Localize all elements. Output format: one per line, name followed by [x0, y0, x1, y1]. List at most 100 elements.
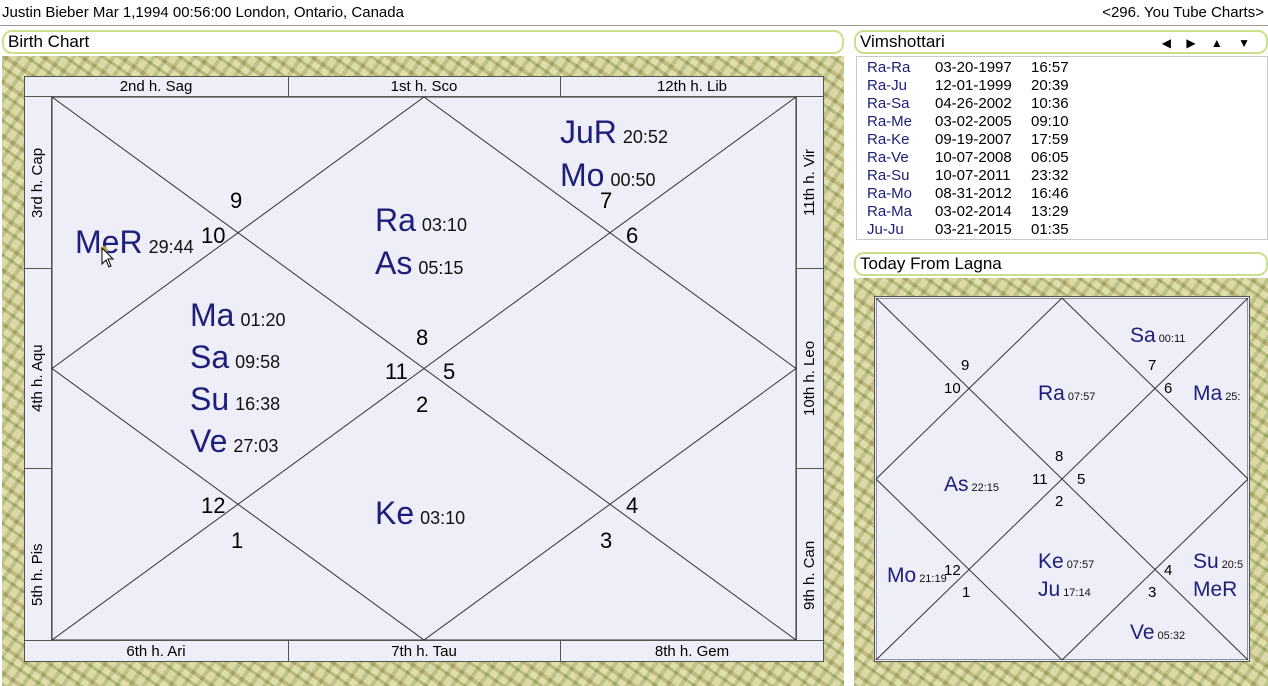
birth-chart-title: Birth Chart — [8, 32, 90, 51]
planet-rahu[interactable]: Ra 03:10 — [375, 202, 467, 243]
dasha-time: 17:59 — [1031, 131, 1069, 148]
dasha-row[interactable]: Ra-Ra 03-20-1997 16:57 — [867, 59, 1069, 77]
planet-degree: 01:20 — [240, 310, 286, 330]
planet-ascendant[interactable]: As 05:15 — [375, 245, 463, 286]
dasha-list[interactable]: Ra-Ra 03-20-1997 16:57 Ra-Ju 12-01-1999 20:3… — [856, 56, 1268, 240]
planet-sun[interactable]: Su 16:38 — [190, 381, 280, 422]
dasha-time: 20:39 — [1031, 77, 1069, 94]
house-number: 5 — [443, 359, 456, 384]
dasha-row[interactable]: Ra-Ke 09-19-2007 17:59 — [867, 131, 1069, 149]
dasha-period: Ra-Su — [867, 167, 910, 184]
dasha-row[interactable]: Ra-Me 03-02-2005 09:10 — [867, 113, 1069, 131]
planet-degree: 16:38 — [235, 394, 281, 414]
planet-name: Ve — [1130, 621, 1155, 644]
house-label-2nd[interactable]: 2nd h. Sag — [24, 78, 288, 95]
planet-ketu[interactable]: Ke 07:57 — [1038, 550, 1094, 577]
planet-mercury[interactable]: MeR — [1193, 578, 1240, 605]
planet-name: Ma — [1193, 382, 1223, 405]
planet-name: Su — [1193, 550, 1219, 573]
chart-collection-link[interactable]: <296. You Tube Charts> — [1102, 0, 1264, 26]
vimshottari-header[interactable]: Vimshottari ◀ ▶ ▲ ▼ — [854, 30, 1268, 54]
planet-ascendant[interactable]: As 22:15 — [944, 473, 999, 500]
title-bar: Justin Bieber Mar 1,1994 00:56:00 London… — [0, 0, 1268, 26]
planet-degree: 09:58 — [235, 352, 281, 372]
planet-degree: 17:14 — [1063, 587, 1091, 599]
house-label-10th[interactable]: 10th h. Leo — [801, 341, 818, 416]
dasha-time: 16:46 — [1031, 185, 1069, 202]
planet-degree: 25: — [1225, 391, 1241, 403]
planet-moon[interactable]: Mo 00:50 — [560, 157, 656, 198]
dasha-row[interactable]: Ra-Ju 12-01-1999 20:39 — [867, 77, 1069, 95]
planet-saturn[interactable]: Sa 09:58 — [190, 339, 280, 380]
planet-moon[interactable]: Mo 21:19 — [887, 564, 947, 591]
dasha-time: 10:36 — [1031, 95, 1069, 112]
house-label-8th[interactable]: 8th h. Gem — [560, 643, 824, 660]
house-label-11th[interactable]: 11th h. Vir — [801, 149, 818, 216]
house-label-3rd[interactable]: 3rd h. Cap — [29, 148, 46, 218]
house-number: 6 — [626, 223, 639, 248]
house-label-1st[interactable]: 1st h. Sco — [288, 78, 560, 95]
house-number: 2 — [416, 392, 429, 417]
planet-name: Ra — [375, 202, 416, 238]
planet-venus[interactable]: Ve 27:03 — [190, 423, 278, 464]
dasha-row[interactable]: Ra-Mo 08-31-2012 16:46 — [867, 185, 1069, 203]
dasha-nav-arrows-icon[interactable]: ◀ ▶ ▲ ▼ — [1162, 33, 1256, 53]
planet-venus[interactable]: Ve 05:32 — [1130, 621, 1185, 648]
planet-jupiter[interactable]: Ju 17:14 — [1038, 578, 1091, 605]
house-number: 12 — [201, 493, 226, 518]
today-chart-header[interactable]: Today From Lagna — [854, 252, 1268, 276]
dasha-time: 23:32 — [1031, 167, 1069, 184]
planet-degree: 05:15 — [418, 258, 464, 278]
dasha-period: Ra-Ra — [867, 59, 911, 76]
house-label-12th[interactable]: 12th h. Lib — [560, 78, 824, 95]
dasha-period: Ra-Sa — [867, 95, 910, 112]
planet-name: JuR — [560, 114, 617, 150]
planet-degree: 03:10 — [420, 508, 466, 528]
dasha-period: Ra-Ma — [867, 203, 913, 220]
dasha-date: 12-01-1999 — [935, 77, 1012, 94]
planet-mercury[interactable]: MeR 29:44 — [75, 224, 194, 265]
birth-chart-header[interactable]: Birth Chart — [2, 30, 844, 54]
dasha-row[interactable]: Ra-Ve 10-07-2008 06:05 — [867, 149, 1069, 167]
house-number: 10 — [201, 223, 226, 248]
house-label-5th[interactable]: 5th h. Pis — [29, 543, 46, 606]
planet-mars[interactable]: Ma 01:20 — [190, 297, 286, 338]
planet-degree: 21:19 — [919, 573, 947, 585]
planet-name: As — [944, 473, 969, 496]
dasha-date: 03-02-2005 — [935, 113, 1012, 130]
planet-name: As — [375, 245, 413, 281]
planet-name: MeR — [1193, 578, 1238, 601]
dasha-time: 13:29 — [1031, 203, 1069, 220]
today-chart-planets: Sa 00:11 Ra 07:57 Ma 25: As 22:15 Ke 07:57 Ju… — [874, 296, 1250, 662]
planet-name: Ve — [190, 423, 228, 459]
house-number: 8 — [416, 325, 429, 350]
dasha-date: 10-07-2008 — [935, 149, 1012, 166]
dasha-row[interactable]: Ra-Ma 03-02-2014 13:29 — [867, 203, 1069, 221]
dasha-period: Ra-Mo — [867, 185, 913, 202]
house-number: 3 — [600, 528, 613, 553]
planet-saturn[interactable]: Sa 00:11 — [1130, 324, 1185, 351]
planet-rahu[interactable]: Ra 07:57 — [1038, 382, 1095, 409]
planet-ketu[interactable]: Ke 03:10 — [375, 495, 465, 536]
dasha-row[interactable]: Ra-Sa 04-26-2002 10:36 — [867, 95, 1069, 113]
dasha-date: 03-20-1997 — [935, 59, 1012, 76]
dasha-date: 09-19-2007 — [935, 131, 1012, 148]
planet-jupiter[interactable]: JuR 20:52 — [560, 114, 668, 155]
house-label-4th[interactable]: 4th h. Aqu — [29, 344, 46, 412]
planet-degree: 22:15 — [971, 482, 1000, 494]
planet-name: Sa — [190, 339, 230, 375]
planet-sun[interactable]: Su 20:5 — [1193, 550, 1243, 577]
vimshottari-title: Vimshottari — [860, 32, 945, 51]
house-label-9th[interactable]: 9th h. Can — [801, 541, 818, 610]
dasha-date: 03-02-2014 — [935, 203, 1012, 220]
planet-name: Mo — [560, 157, 605, 193]
planet-degree: 03:10 — [421, 215, 467, 235]
planet-mars[interactable]: Ma 25: — [1193, 382, 1240, 409]
dasha-row[interactable]: Ju-Ju 03-21-2015 01:35 — [867, 221, 1069, 239]
dasha-time: 06:05 — [1031, 149, 1069, 166]
house-label-7th[interactable]: 7th h. Tau — [288, 643, 560, 660]
dasha-row[interactable]: Ra-Su 10-07-2011 23:32 — [867, 167, 1069, 185]
planet-degree: 07:57 — [1067, 391, 1096, 403]
house-number: 9 — [230, 188, 243, 213]
house-label-6th[interactable]: 6th h. Ari — [24, 643, 288, 660]
